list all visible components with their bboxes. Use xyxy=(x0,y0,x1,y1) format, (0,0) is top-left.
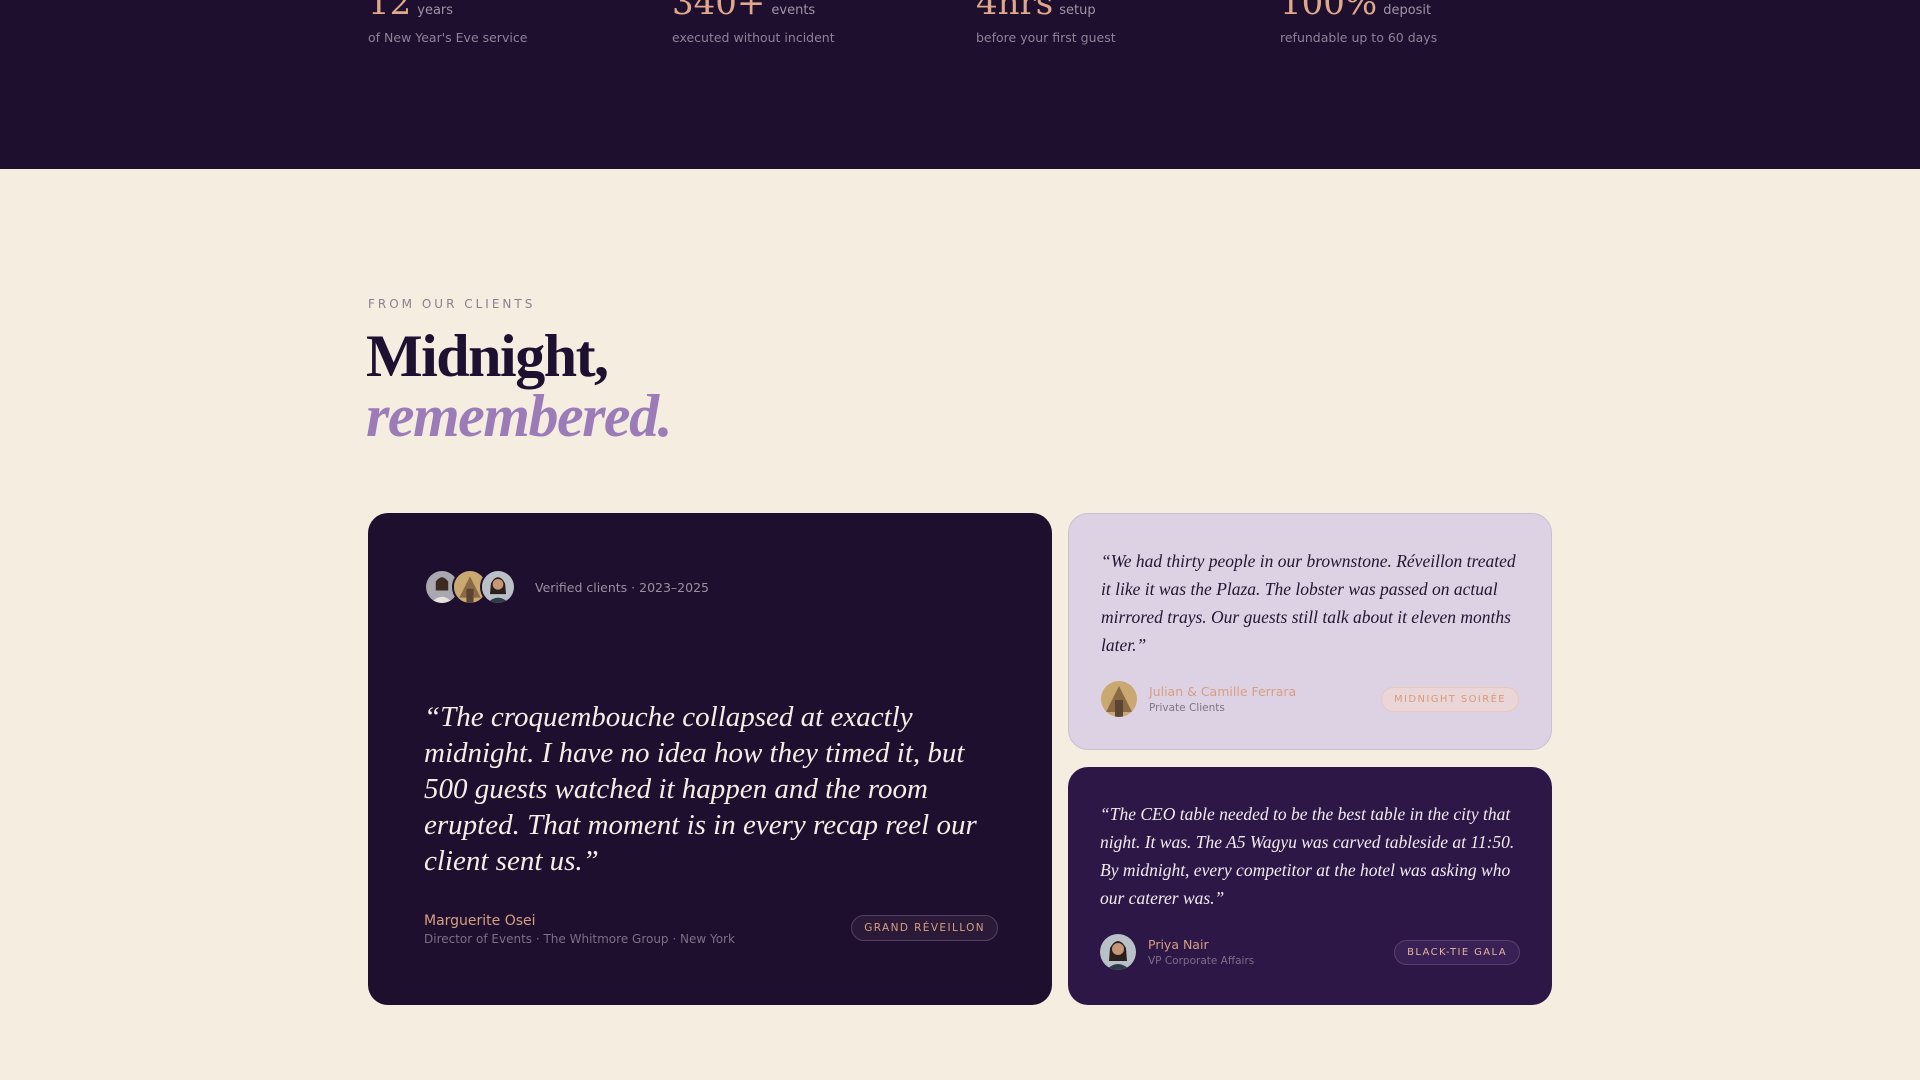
stat-description: of New Year's Eve service xyxy=(368,30,528,45)
featured-testimonial-card: Verified clients · 2023–2025 “The croque… xyxy=(368,513,1052,1005)
stat-unit: events xyxy=(771,3,816,18)
section-title-line2: remembered. xyxy=(366,383,673,449)
avatar xyxy=(1100,934,1136,970)
testimonial-card: “The CEO table needed to be the best tab… xyxy=(1068,767,1552,1005)
stat-unit: years xyxy=(417,3,454,18)
stat-value: 4hrs xyxy=(976,0,1054,23)
author-role: Private Clients xyxy=(1149,702,1225,714)
testimonial-author: Priya Nair VP Corporate Affairs xyxy=(1100,934,1254,970)
stat-value: 100% xyxy=(1280,0,1378,23)
featured-author: Marguerite Osei Director of Events · The… xyxy=(424,913,735,946)
testimonial-card: “We had thirty people in our brownstone.… xyxy=(1068,513,1552,750)
stat-unit: deposit xyxy=(1383,3,1432,18)
author-role: VP Corporate Affairs xyxy=(1148,955,1255,967)
testimonial-quote: “The CEO table needed to be the best tab… xyxy=(1100,804,1515,908)
event-tag: MIDNIGHT SOIRÉE xyxy=(1380,687,1519,712)
author-name: Marguerite Osei xyxy=(424,913,536,929)
avatar xyxy=(1101,681,1137,717)
testimonial-author: Julian & Camille Ferrara Private Clients xyxy=(1101,681,1296,717)
stat-description: refundable up to 60 days xyxy=(1280,30,1438,45)
stat-description: before your first guest xyxy=(976,30,1116,45)
stat-deposit: 100% deposit refundable up to 60 days xyxy=(1280,0,1437,45)
verified-clients-label: Verified clients · 2023–2025 xyxy=(535,580,709,595)
stat-years: 12 years of New Year's Eve service xyxy=(368,0,527,45)
section-title: Midnight, remembered. xyxy=(366,323,673,449)
section-eyebrow: FROM OUR CLIENTS xyxy=(368,297,536,311)
stat-unit: setup xyxy=(1059,3,1096,18)
testimonial-quote: “We had thirty people in our brownstone.… xyxy=(1101,551,1516,655)
stat-events: 340+ events executed without incident xyxy=(672,0,835,45)
client-avatar-group xyxy=(424,569,516,605)
author-role: Director of Events · The Whitmore Group … xyxy=(424,932,735,946)
stats-band: 12 years of New Year's Eve service 340+ … xyxy=(0,0,1920,169)
stat-setup: 4hrs setup before your first guest xyxy=(976,0,1116,45)
stat-value: 12 xyxy=(368,0,412,23)
author-name: Julian & Camille Ferrara xyxy=(1149,684,1297,699)
stat-value: 340+ xyxy=(672,0,766,23)
avatar xyxy=(480,569,516,605)
author-name: Priya Nair xyxy=(1148,937,1209,952)
event-tag: BLACK-TIE GALA xyxy=(1394,940,1520,965)
event-tag: GRAND RÉVEILLON xyxy=(851,915,998,941)
section-title-line1: Midnight, xyxy=(366,323,609,389)
stat-description: executed without incident xyxy=(672,30,835,45)
featured-quote: “The croquembouche collapsed at exactly … xyxy=(424,701,977,877)
